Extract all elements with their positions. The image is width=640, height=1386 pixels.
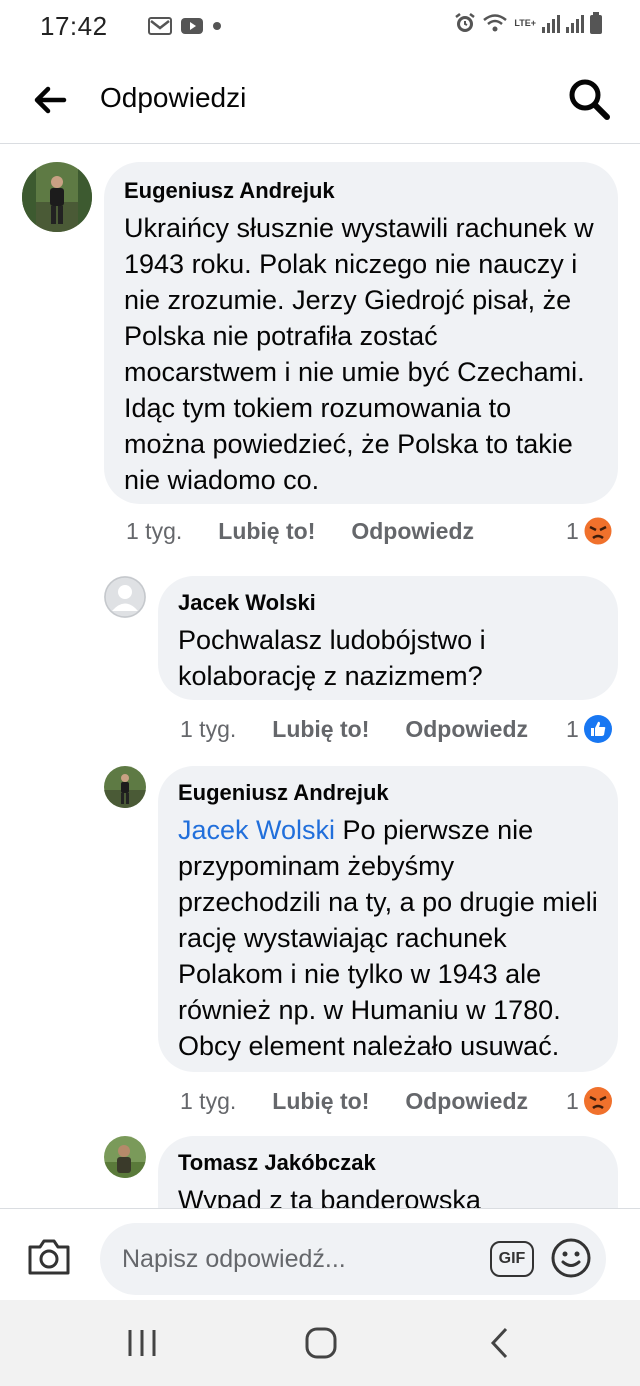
angry-reaction-icon — [583, 516, 613, 546]
comment-bubble[interactable]: Jacek Wolski Pochwalasz ludobójstwo i ko… — [158, 576, 618, 700]
dot-icon — [212, 22, 221, 30]
emoji-icon[interactable] — [550, 1237, 592, 1279]
reply-input-placeholder: Napisz odpowiedź... — [122, 1245, 346, 1273]
avatar-photo — [104, 766, 146, 808]
status-time: 17:42 — [40, 10, 108, 41]
back-nav-icon[interactable] — [488, 1326, 512, 1360]
reaction-count: 1 — [566, 715, 579, 742]
search-icon[interactable] — [566, 76, 612, 122]
like-reaction-icon — [583, 715, 612, 743]
app-header: Odpowiedzi — [0, 54, 640, 144]
comment-text: Ukraińcy słusznie wystawili rachunek w 1… — [124, 213, 594, 495]
gif-button[interactable]: GIF — [490, 1241, 534, 1277]
comment-partial: Tomasz Jakóbczak Wypad z tą banderowską — [0, 1130, 640, 1208]
system-nav-bar — [0, 1300, 640, 1386]
home-icon[interactable] — [304, 1326, 338, 1360]
avatar-photo — [22, 162, 92, 232]
youtube-icon — [180, 18, 203, 34]
comment-author[interactable]: Tomasz Jakóbczak — [178, 1150, 598, 1176]
reply-button[interactable]: Odpowiedz — [405, 716, 528, 743]
alarm-icon — [455, 13, 476, 32]
arrow-left-icon[interactable] — [30, 80, 70, 120]
like-button[interactable]: Lubię to! — [218, 518, 315, 545]
notification-icons — [147, 17, 222, 35]
comment-actions: 1 tyg. Lubię to! Odpowiedz — [126, 518, 474, 545]
comment-actions: 1 tyg. Lubię to! Odpowiedz — [180, 716, 528, 743]
comment-text: Wypad z tą banderowską — [178, 1185, 481, 1208]
camera-icon[interactable] — [26, 1237, 72, 1277]
reaction-summary[interactable]: 1 — [566, 516, 613, 546]
avatar[interactable] — [22, 162, 92, 232]
comment-time: 1 tyg. — [180, 716, 237, 742]
gmail-icon — [147, 17, 172, 35]
comment-author[interactable]: Jacek Wolski — [178, 590, 598, 616]
comment-text: Jacek Wolski Po pierwsze nie przypominam… — [178, 812, 598, 1064]
reaction-count: 1 — [566, 1087, 579, 1114]
comment-text: Pochwalasz ludobójstwo i kolaborację z n… — [178, 625, 486, 691]
avatar[interactable] — [104, 766, 146, 808]
avatar[interactable] — [104, 1136, 146, 1178]
avatar-photo — [104, 1136, 146, 1178]
comment-time: 1 tyg. — [180, 1088, 237, 1114]
reply-button[interactable]: Odpowiedz — [405, 1088, 528, 1115]
status-bar: 17:42 LTE+ — [0, 0, 640, 52]
comment-bubble[interactable]: Eugeniusz Andrejuk Ukraińcy słusznie wys… — [104, 162, 618, 504]
comment-actions: 1 tyg. Lubię to! Odpowiedz — [180, 1088, 528, 1115]
reply-composer: Napisz odpowiedź... GIF — [0, 1208, 640, 1300]
reply-button[interactable]: Odpowiedz — [351, 518, 474, 545]
angry-reaction-icon — [583, 1087, 612, 1115]
status-right-icons: LTE+ — [454, 12, 602, 34]
like-button[interactable]: Lubię to! — [272, 716, 369, 743]
comment-time: 1 tyg. — [126, 518, 183, 544]
comment-bubble[interactable]: Tomasz Jakóbczak Wypad z tą banderowską — [158, 1136, 618, 1208]
reply-input[interactable]: Napisz odpowiedź... GIF — [100, 1223, 606, 1295]
recent-apps-icon[interactable] — [126, 1328, 158, 1358]
comment-author[interactable]: Eugeniusz Andrejuk — [124, 178, 598, 204]
network-type: LTE+ — [514, 17, 536, 28]
comment-author[interactable]: Eugeniusz Andrejuk — [178, 780, 598, 806]
default-avatar-icon — [104, 576, 146, 618]
signal-icon-2 — [566, 13, 584, 33]
reaction-summary[interactable]: 1 — [566, 1086, 613, 1116]
comment-text-body: Po pierwsze nie przypominam żebyśmy prze… — [178, 815, 598, 1061]
battery-icon — [590, 12, 602, 34]
mention-link[interactable]: Jacek Wolski — [178, 815, 335, 845]
reaction-summary[interactable]: 1 — [566, 714, 613, 744]
comment-bubble[interactable]: Eugeniusz Andrejuk Jacek Wolski Po pierw… — [158, 766, 618, 1072]
like-button[interactable]: Lubię to! — [272, 1088, 369, 1115]
avatar[interactable] — [104, 576, 146, 618]
reaction-count: 1 — [566, 517, 579, 544]
signal-icon — [542, 13, 560, 33]
page-title: Odpowiedzi — [100, 82, 247, 113]
wifi-icon — [483, 14, 508, 32]
